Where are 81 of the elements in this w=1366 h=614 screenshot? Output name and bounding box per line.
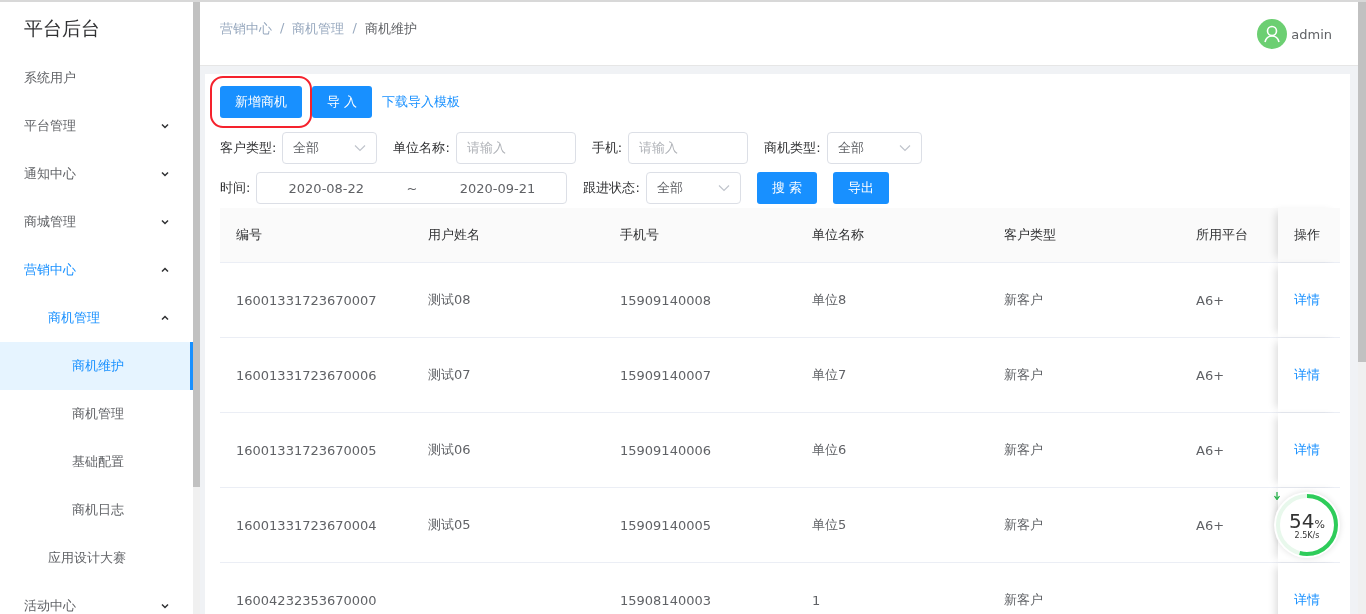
sidebar-item[interactable]: 商机日志 xyxy=(0,486,193,534)
arrow-down-icon xyxy=(1274,492,1280,500)
table-cell: 15909140007 xyxy=(620,367,711,383)
table-cell: 新客户 xyxy=(1004,291,1043,309)
sidebar-item[interactable]: 商机管理 xyxy=(0,390,193,438)
table-cell: 测试06 xyxy=(428,441,471,459)
table-cell: 新客户 xyxy=(1004,366,1043,384)
sidebar-item[interactable]: 系统用户 xyxy=(0,54,193,102)
table-cell: 16001331723670005 xyxy=(236,442,377,458)
scrollbar[interactable] xyxy=(1358,2,1366,614)
select-field[interactable]: 全部 xyxy=(282,132,378,164)
table-cell: 单位7 xyxy=(812,366,847,384)
filter-label: 手机: xyxy=(591,139,623,157)
download-template-link[interactable]: 下载导入模板 xyxy=(382,93,461,111)
chevron-up-icon xyxy=(160,313,170,323)
sidebar-item[interactable]: 商城管理 xyxy=(0,198,193,246)
sidebar-item[interactable]: 基础配置 xyxy=(0,438,193,486)
table-cell: 16001331723670007 xyxy=(236,292,377,308)
table-cell: 新客户 xyxy=(1004,591,1043,609)
chevron-down-icon xyxy=(160,169,170,179)
detail-link[interactable]: 详情 xyxy=(1294,366,1320,384)
table-cell: 测试05 xyxy=(428,516,471,534)
table-cell: 16004232353670000 xyxy=(236,592,377,608)
table-cell: A6+ xyxy=(1196,517,1225,533)
chevron-down-icon xyxy=(160,121,170,131)
speed-value: 2.5K/s xyxy=(1294,530,1320,540)
table-cell: 新客户 xyxy=(1004,441,1043,459)
table-cell: 单位8 xyxy=(812,291,847,309)
table-cell: 新客户 xyxy=(1004,516,1043,534)
scrollbar[interactable] xyxy=(193,2,200,614)
table-cell: 单位6 xyxy=(812,441,847,459)
select-field[interactable]: 全部 xyxy=(826,132,922,164)
date-range-field[interactable]: 2020-08-22 ~ 2020-09-21 xyxy=(256,172,568,204)
table-cell: 15909140008 xyxy=(620,292,711,308)
percent-value: 54% xyxy=(1289,510,1325,531)
table-cell: 1 xyxy=(812,592,821,608)
column-header: 单位名称 xyxy=(811,226,865,244)
chevron-up-icon xyxy=(160,265,170,275)
sidebar-item[interactable]: 应用设计大赛 xyxy=(0,534,193,582)
breadcrumb-separator: / xyxy=(280,20,285,37)
filter-label: 商机类型: xyxy=(764,139,821,157)
table-cell: 15909140005 xyxy=(620,517,711,533)
detail-link[interactable]: 详情 xyxy=(1294,591,1320,609)
column-header: 手机号 xyxy=(619,226,660,244)
table-cell: 测试07 xyxy=(428,366,471,384)
app-title: 平台后台 xyxy=(23,16,101,41)
table-cell: 15908140003 xyxy=(620,592,711,608)
detail-link[interactable]: 详情 xyxy=(1294,291,1320,309)
breadcrumb-link[interactable]: 商机维护 xyxy=(364,20,417,65)
avatar-icon[interactable] xyxy=(1257,19,1288,49)
chevron-down-icon xyxy=(354,144,367,152)
column-header: 所用平台 xyxy=(1195,226,1249,244)
column-header: 操作 xyxy=(1278,208,1340,262)
chevron-down-icon xyxy=(717,184,730,192)
column-header: 用户姓名 xyxy=(427,226,481,244)
sidebar-item[interactable]: 商机管理 xyxy=(0,294,193,342)
detail-link[interactable]: 详情 xyxy=(1294,441,1320,459)
table-cell: 16001331723670004 xyxy=(236,517,377,533)
user-name[interactable]: admin xyxy=(1291,26,1332,42)
filter-label: 单位名称: xyxy=(393,139,450,157)
sidebar-item[interactable]: 平台管理 xyxy=(0,102,193,150)
sidebar-item[interactable]: 营销中心 xyxy=(0,246,193,294)
chevron-down-icon xyxy=(160,601,170,611)
filter-label: 跟进状态: xyxy=(583,179,640,197)
table-cell: A6+ xyxy=(1196,292,1225,308)
chevron-down-icon xyxy=(160,217,170,227)
table-cell: 15909140006 xyxy=(620,442,711,458)
column-header: 客户类型 xyxy=(1003,226,1057,244)
table-cell: A6+ xyxy=(1196,367,1225,383)
breadcrumb-separator: / xyxy=(352,20,357,37)
table-cell: A6+ xyxy=(1196,442,1225,458)
filter-label: 客户类型: xyxy=(220,139,277,157)
table-cell: 16001331723670006 xyxy=(236,367,377,383)
chevron-down-icon xyxy=(898,144,911,152)
filter-label: 时间: xyxy=(220,179,251,197)
select-field[interactable]: 全部 xyxy=(645,172,741,204)
table-cell: 单位5 xyxy=(812,516,847,534)
sidebar-item[interactable]: 通知中心 xyxy=(0,150,193,198)
column-header: 编号 xyxy=(235,226,263,244)
sidebar-item[interactable]: 活动中心 xyxy=(0,582,193,614)
table-cell: 测试08 xyxy=(428,291,471,309)
